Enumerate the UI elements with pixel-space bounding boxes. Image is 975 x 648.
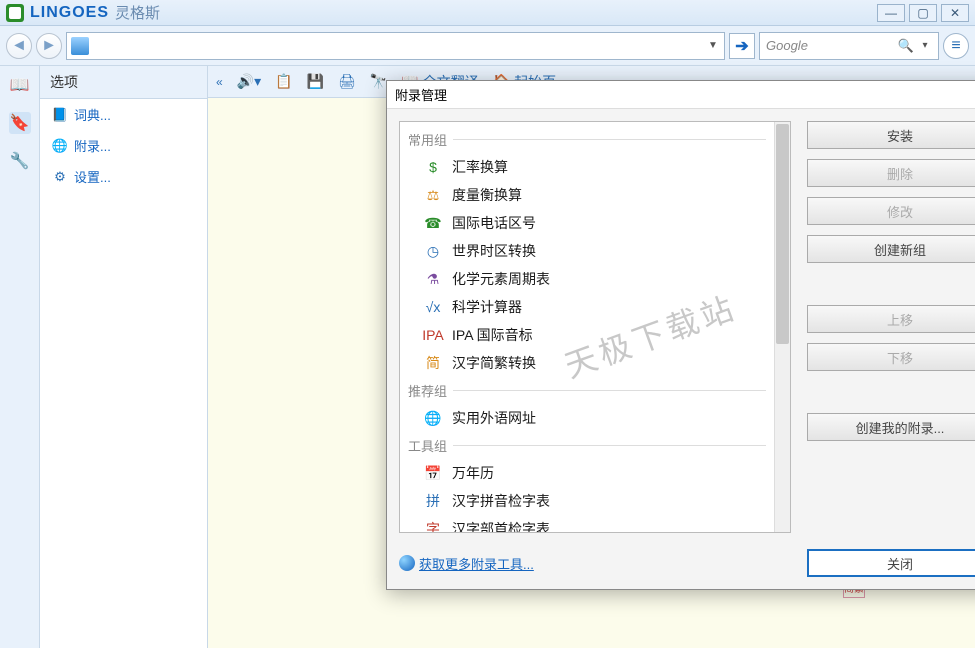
group-label: 推荐组 (406, 377, 768, 404)
list-item-label: 汉字部首检字表 (452, 519, 550, 532)
titlebar: LINGOES 灵格斯 — ▢ ✕ (0, 0, 975, 26)
group-label: 常用组 (406, 126, 768, 153)
list-item[interactable]: IPA IPA 国际音标 (406, 321, 768, 349)
globe-icon: 🌐 (424, 409, 442, 427)
content-area: « 🔊▾ 📋 💾 🖨 🔭 📖 全文翻译 🏠 起始页 简繁 附录管理 ✕ 常用组$… (208, 66, 975, 648)
forward-button[interactable]: ► (36, 33, 62, 59)
address-box[interactable]: ▼ (66, 32, 725, 60)
save-icon[interactable]: 💾 (307, 73, 324, 90)
list-item[interactable]: ⚖ 度量衡换算 (406, 181, 768, 209)
movedown-button[interactable]: 下移 (807, 343, 975, 371)
book-icon: 📘 (52, 107, 68, 123)
minimize-button[interactable]: — (877, 4, 905, 22)
gear-icon: ⚙ (52, 169, 68, 185)
newgroup-button[interactable]: 创建新组 (807, 235, 975, 263)
more-appendix-link[interactable]: 获取更多附录工具... (399, 554, 534, 573)
sidebar-item-dict[interactable]: 📘 词典... (40, 99, 207, 130)
list-item-label: 汉字简繁转换 (452, 353, 536, 373)
list-item[interactable]: 📅 万年历 (406, 459, 768, 487)
radical-icon: 字 (424, 520, 442, 532)
navbar: ◄ ► ▼ ➔ Google 🔍 ▾ ≡ (0, 26, 975, 66)
install-button[interactable]: 安装 (807, 121, 975, 149)
appendix-dialog: 附录管理 ✕ 常用组 $ 汇率换算 ⚖ 度量衡换算 ☎ 国际电话区号 ◷ 世界时区转换 ⚗ 化学元素… (386, 80, 975, 590)
search-icon[interactable]: 🔍 (898, 38, 914, 54)
list-item-label: 化学元素周期表 (452, 269, 550, 289)
delete-button[interactable]: 删除 (807, 159, 975, 187)
list-item[interactable]: √x 科学计算器 (406, 293, 768, 321)
back-button[interactable]: ◄ (6, 33, 32, 59)
google-dropdown-icon[interactable]: ▾ (918, 40, 932, 51)
left-tab-strip: 📖 🔖 🔧 (0, 66, 40, 648)
list-item[interactable]: ☎ 国际电话区号 (406, 209, 768, 237)
moveup-button[interactable]: 上移 (807, 305, 975, 333)
create-my-appendix-button[interactable]: 创建我的附录... (807, 413, 975, 441)
binocular-icon[interactable]: 🔭 (370, 73, 387, 90)
calendar-icon: 📅 (424, 464, 442, 482)
calc-icon: √x (424, 298, 442, 316)
brand-cn: 灵格斯 (115, 2, 160, 23)
group-label: 工具组 (406, 432, 768, 459)
list-item[interactable]: ◷ 世界时区转换 (406, 237, 768, 265)
list-item-label: 世界时区转换 (452, 241, 536, 261)
sidebar-item-settings[interactable]: ⚙ 设置... (40, 161, 207, 192)
close-button[interactable]: 关闭 (807, 549, 975, 577)
google-search[interactable]: Google 🔍 ▾ (759, 32, 939, 60)
tab-appendix-icon[interactable]: 🔖 (9, 112, 31, 134)
list-item-label: 国际电话区号 (452, 213, 536, 233)
appendix-list[interactable]: 常用组 $ 汇率换算 ⚖ 度量衡换算 ☎ 国际电话区号 ◷ 世界时区转换 ⚗ 化学元素周期表 √x 科学… (399, 121, 791, 533)
menu-button[interactable]: ≡ (943, 33, 969, 59)
tab-dictionary-icon[interactable]: 📖 (9, 74, 31, 96)
copy-icon[interactable]: 📋 (275, 73, 292, 90)
dollar-icon: $ (424, 158, 442, 176)
search-input[interactable] (93, 38, 706, 53)
collapse-icon[interactable]: « (216, 75, 223, 89)
go-button[interactable]: ➔ (729, 33, 755, 59)
globe-icon: 🌐 (52, 138, 68, 154)
sidebar-item-label: 设置... (74, 167, 111, 186)
scale-icon: ⚖ (424, 186, 442, 204)
close-window-button[interactable]: ✕ (941, 4, 969, 22)
hanzi-icon: 简 (424, 354, 442, 372)
app-logo-icon (6, 4, 24, 22)
list-item-label: 万年历 (452, 463, 494, 483)
list-item[interactable]: ⚗ 化学元素周期表 (406, 265, 768, 293)
dialog-button-column: 安装 删除 修改 创建新组 上移 下移 创建我的附录... (807, 121, 975, 533)
modify-button[interactable]: 修改 (807, 197, 975, 225)
list-item-label: IPA 国际音标 (452, 325, 533, 345)
maximize-button[interactable]: ▢ (909, 4, 937, 22)
list-item[interactable]: 🌐 实用外语网址 (406, 404, 768, 432)
address-dropdown-icon[interactable]: ▼ (706, 40, 720, 51)
sidebar-item-label: 词典... (74, 105, 111, 124)
brand: LINGOES (30, 4, 109, 22)
sidebar-item-label: 附录... (74, 136, 111, 155)
list-item[interactable]: 拼汉字拼音检字表 (406, 487, 768, 515)
list-item-label: 科学计算器 (452, 297, 522, 317)
sidebar-item-appendix[interactable]: 🌐 附录... (40, 130, 207, 161)
globe-icon (399, 555, 415, 571)
tab-settings-icon[interactable]: 🔧 (9, 150, 31, 172)
side-panel-header: 选项 (40, 66, 207, 99)
clock-icon: ◷ (424, 242, 442, 260)
pinyin-icon: 拼 (424, 492, 442, 510)
phone-icon: ☎ (424, 214, 442, 232)
dialog-title: 附录管理 (395, 85, 447, 104)
list-item-label: 度量衡换算 (452, 185, 522, 205)
side-panel: 选项 📘 词典... 🌐 附录... ⚙ 设置... (40, 66, 208, 648)
list-item-label: 汇率换算 (452, 157, 508, 177)
list-item[interactable]: 简汉字简繁转换 (406, 349, 768, 377)
address-icon (71, 37, 89, 55)
scrollbar[interactable] (774, 122, 790, 532)
ipa-icon: IPA (424, 326, 442, 344)
dialog-footer: 获取更多附录工具... 关闭 (387, 545, 975, 589)
scrollbar-thumb[interactable] (776, 124, 789, 344)
list-item-label: 汉字拼音检字表 (452, 491, 550, 511)
speaker-icon[interactable]: 🔊▾ (237, 73, 261, 90)
google-placeholder: Google (766, 38, 898, 53)
list-item[interactable]: 字汉字部首检字表 (406, 515, 768, 532)
flask-icon: ⚗ (424, 270, 442, 288)
dialog-titlebar: 附录管理 ✕ (387, 81, 975, 109)
list-item[interactable]: $ 汇率换算 (406, 153, 768, 181)
print-icon[interactable]: 🖨 (338, 73, 356, 90)
list-item-label: 实用外语网址 (452, 408, 536, 428)
